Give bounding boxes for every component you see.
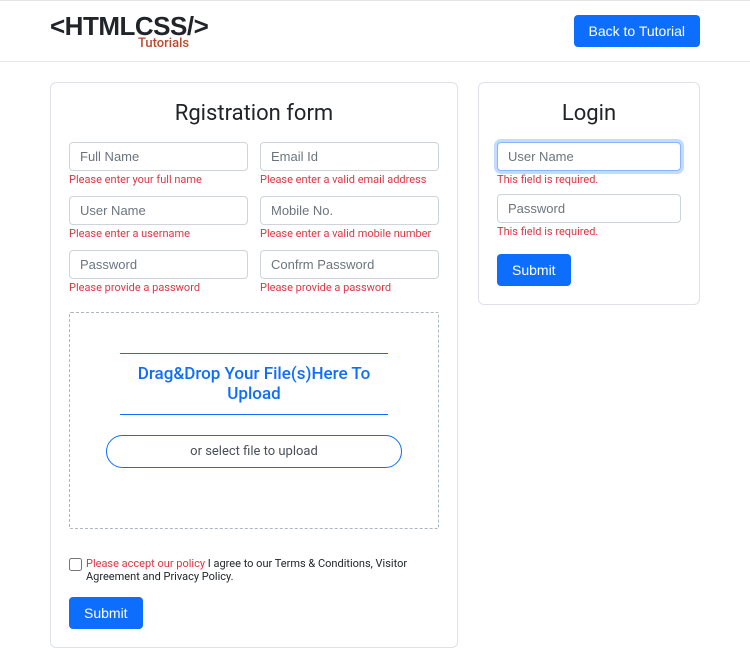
policy-checkbox[interactable] (69, 558, 82, 571)
login-title: Login (497, 101, 681, 126)
email-input[interactable] (260, 142, 439, 171)
top-bar: <HTMLCSS/> Tutorials Back to Tutorial (0, 0, 750, 62)
password-input[interactable] (69, 250, 248, 279)
confirm-password-error: Please provide a password (260, 281, 439, 294)
fullname-input[interactable] (69, 142, 248, 171)
login-password-error: This field is required. (497, 225, 681, 238)
logo-block: <HTMLCSS/> Tutorials (50, 11, 208, 51)
password-error: Please provide a password (69, 281, 248, 294)
username-error: Please enter a username (69, 227, 248, 240)
policy-error: Please accept our policy (86, 557, 205, 570)
file-dropzone[interactable]: Drag&Drop Your File(s)Here To Upload or … (69, 312, 439, 529)
email-error: Please enter a valid email address (260, 173, 439, 186)
username-input[interactable] (69, 196, 248, 225)
mobile-error: Please enter a valid mobile number (260, 227, 439, 240)
fullname-error: Please enter your full name (69, 173, 248, 186)
registration-card: Rgistration form Please enter your full … (50, 82, 458, 648)
registration-submit-button[interactable]: Submit (69, 597, 143, 629)
confirm-password-input[interactable] (260, 250, 439, 279)
registration-title: Rgistration form (69, 101, 439, 126)
dropzone-select-button[interactable]: or select file to upload (106, 435, 402, 468)
dropzone-heading: Drag&Drop Your File(s)Here To Upload (120, 353, 388, 415)
back-to-tutorial-button[interactable]: Back to Tutorial (574, 15, 701, 47)
policy-row: Please accept our policy I agree to our … (69, 557, 439, 583)
mobile-input[interactable] (260, 196, 439, 225)
main-container: Rgistration form Please enter your full … (0, 62, 750, 668)
login-username-error: This field is required. (497, 173, 681, 186)
login-card: Login This field is required. This field… (478, 82, 700, 305)
login-password-input[interactable] (497, 194, 681, 223)
login-username-input[interactable] (497, 142, 681, 171)
login-submit-button[interactable]: Submit (497, 254, 571, 286)
